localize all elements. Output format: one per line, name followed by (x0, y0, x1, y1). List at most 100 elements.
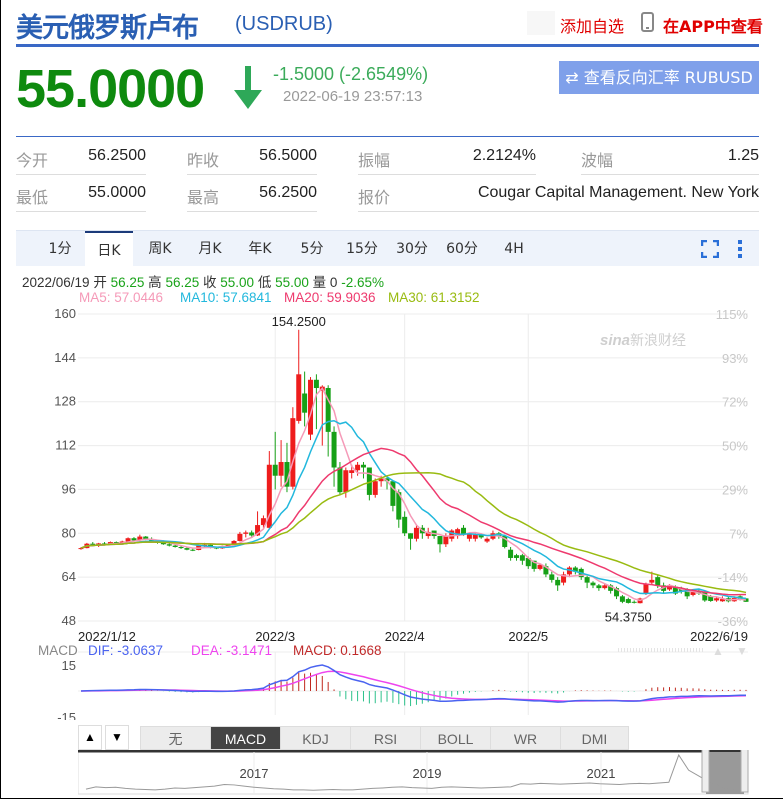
swap-icon: ⇄ (565, 68, 584, 87)
candle-body (190, 549, 196, 551)
info-high: 56.25 (165, 275, 200, 290)
macd-y-tick: -15 (57, 710, 76, 720)
zoom-out-icon: ▼ (736, 644, 748, 658)
stat-label: 波幅 (581, 151, 614, 170)
view-in-app-link[interactable]: 在APP中查看 (663, 13, 763, 37)
info-low-label: 低 (257, 275, 272, 290)
candle-body (337, 467, 343, 493)
tab-4h[interactable]: 4H (490, 231, 538, 266)
x-tick-label: 2022/5 (508, 629, 548, 644)
info-close: 55.00 (220, 275, 255, 290)
indicator-tab-boll[interactable]: BOLL (420, 726, 491, 750)
symbol-code: (USDRUB) (235, 13, 333, 35)
candle-body (272, 464, 278, 476)
current-price: 55.0000 (16, 59, 205, 119)
y-tick-label: 64 (62, 569, 76, 584)
row-divider (16, 174, 146, 175)
quote-divider (16, 136, 759, 137)
indicator-tab-macd[interactable]: MACD (210, 726, 281, 750)
period-tabs: 1分 日K 周K 月K 年K 5分 15分 30分 60分 4H (16, 230, 759, 266)
y-tick-label: 128 (54, 394, 76, 409)
y-tick-right-label: 93% (722, 351, 748, 366)
row-divider (358, 211, 759, 212)
stat-value: 56.2500 (259, 184, 317, 201)
candle-body (349, 470, 355, 473)
header-divider (16, 44, 759, 47)
macd-label: MACD (38, 643, 78, 658)
stat-value: 1.25 (727, 147, 759, 164)
tab-monthly[interactable]: 月K (186, 231, 234, 266)
more-vertical-icon[interactable] (736, 239, 744, 259)
y-tick-right-label: -14% (718, 570, 749, 585)
navigator-handle-left[interactable] (701, 750, 710, 793)
stat-label: 报价 (358, 188, 391, 207)
navigator-handle-right[interactable] (740, 750, 749, 793)
candle-body (290, 418, 296, 487)
candle-body (443, 536, 449, 545)
indicator-tab-none[interactable]: 无 (140, 726, 211, 750)
tab-yearly[interactable]: 年K (236, 231, 284, 266)
page-title: 美元俄罗斯卢布 (16, 13, 199, 44)
candle-body (166, 544, 172, 546)
year-label: 2021 (587, 766, 616, 781)
y-tick-label: 48 (62, 613, 76, 628)
watchlist-icon[interactable] (527, 11, 555, 35)
info-low: 55.00 (275, 275, 309, 290)
x-tick-label: 2022/1/12 (78, 629, 136, 644)
tab-60min[interactable]: 60分 (438, 231, 486, 266)
tab-15min[interactable]: 15分 (338, 231, 386, 266)
y-tick-right-label: 29% (722, 482, 748, 497)
candle-body (302, 393, 308, 413)
fullscreen-icon[interactable] (701, 240, 719, 258)
tab-5min[interactable]: 5分 (288, 231, 336, 266)
candle-body (237, 533, 243, 541)
scroll-down-button[interactable]: ▼ (105, 725, 129, 750)
add-watchlist-button[interactable]: 添加自选 (560, 13, 624, 37)
candle-body (172, 545, 178, 547)
candle-body (313, 379, 319, 389)
candle-body (437, 536, 443, 545)
tab-weekly[interactable]: 周K (136, 231, 184, 266)
candle-body (249, 532, 255, 536)
scroll-up-button[interactable]: ▲ (78, 725, 102, 750)
row-divider (16, 211, 146, 212)
zoom-in-icon: ▲ (712, 644, 724, 658)
indicator-tab-rsi[interactable]: RSI (350, 726, 421, 750)
candle-info-line: 2022/06/19 开 56.25 高 56.25 收 55.00 低 55.… (22, 271, 384, 291)
indicator-tab-wr[interactable]: WR (490, 726, 561, 750)
indicator-tab-kdj[interactable]: KDJ (280, 726, 351, 750)
tab-1min[interactable]: 1分 (36, 231, 84, 266)
candle-body (655, 577, 661, 586)
reverse-rate-button[interactable]: ⇄ 查看反向汇率 RUBUSD (559, 61, 759, 94)
y-tick-label: 112 (55, 438, 76, 453)
stat-value: 2.2124% (472, 147, 536, 164)
candle-body (408, 533, 414, 539)
candle-body (325, 388, 331, 432)
info-pct: -2.65% (341, 275, 384, 290)
tab-30min[interactable]: 30分 (388, 231, 436, 266)
candle-body (649, 579, 655, 583)
year-label: 2019 (413, 766, 442, 781)
stat-value: 55.0000 (88, 184, 146, 201)
macd-y-tick: 15 (62, 658, 76, 673)
dif-value: DIF: -3.0637 (88, 643, 164, 658)
price-change: -1.5000 (-2.6549%) (273, 64, 429, 84)
y-tick-right-label: 7% (729, 526, 748, 541)
range-navigator[interactable]: 2017 2019 2021 (78, 750, 750, 796)
y-tick-right-label: 72% (722, 395, 748, 410)
indicator-tab-dmi[interactable]: DMI (560, 726, 629, 750)
candle-body (472, 534, 478, 539)
stat-label: 最高 (187, 188, 220, 207)
candle-body (555, 579, 561, 586)
row-divider (358, 174, 536, 175)
stat-value: Cougar Capital Management. New York (477, 184, 759, 201)
x-tick-label: 2022/6/19 (690, 629, 748, 644)
tab-daily[interactable]: 日K (85, 231, 133, 266)
x-tick-label: 2022/4 (385, 629, 425, 644)
reverse-rate-label: 查看反向汇率 RUBUSD (583, 68, 753, 87)
candle-body (549, 574, 555, 580)
candle-body (184, 548, 190, 550)
info-open: 56.25 (110, 275, 145, 290)
candle-body (602, 585, 608, 589)
candle-body (402, 516, 408, 534)
